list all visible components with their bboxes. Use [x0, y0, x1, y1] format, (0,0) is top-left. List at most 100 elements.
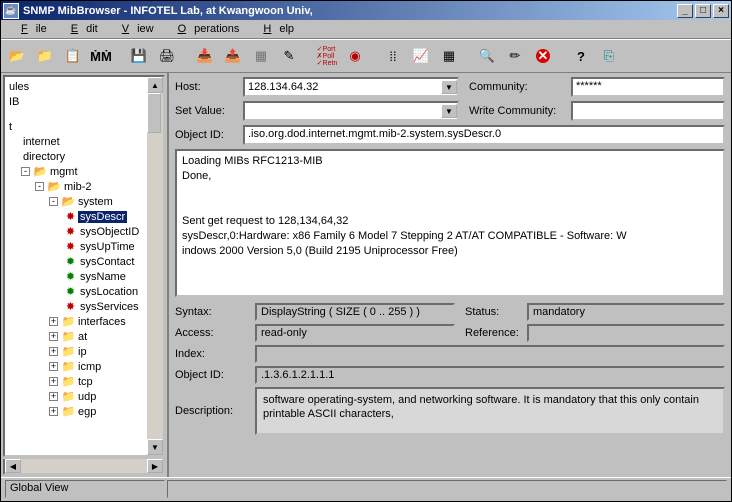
tree-hscrollbar[interactable]: ◀ ▶: [3, 459, 165, 475]
tree-node-interfaces[interactable]: interfaces: [76, 316, 128, 328]
tree-vscrollbar[interactable]: ▲ ▼: [147, 77, 163, 455]
toggle-icon[interactable]: -: [21, 167, 30, 176]
statusbar: Global View: [1, 477, 731, 499]
port-poll-icon[interactable]: ✓Port✗Poll✓Retn: [315, 44, 339, 68]
objectid-label: Object ID:: [175, 129, 239, 141]
tree-node-tcp[interactable]: tcp: [76, 376, 95, 388]
leaf-icon: ✸: [63, 210, 78, 223]
tree-node[interactable]: IB: [7, 96, 21, 108]
chevron-down-icon[interactable]: ▼: [441, 104, 457, 118]
stop-icon[interactable]: ✕: [531, 44, 555, 68]
folder-icon: 📁: [61, 315, 76, 328]
save-icon[interactable]: 💾: [127, 44, 151, 68]
toggle-icon[interactable]: +: [49, 332, 58, 341]
menu-edit[interactable]: Edit: [55, 21, 106, 37]
getnext-icon[interactable]: 📤: [221, 44, 245, 68]
menu-operations[interactable]: Operations: [162, 21, 248, 37]
host-label: Host:: [175, 81, 239, 93]
close-button[interactable]: ×: [713, 4, 729, 18]
tree-node[interactable]: ules: [7, 81, 31, 93]
tree-node-sysservices[interactable]: sysServices: [78, 301, 141, 313]
toggle-icon[interactable]: +: [49, 377, 58, 386]
menu-help[interactable]: Help: [247, 21, 302, 37]
toggle-icon[interactable]: -: [35, 182, 44, 191]
tree-node-sysname[interactable]: sysName: [78, 271, 128, 283]
setvalue-label: Set Value:: [175, 105, 239, 117]
tree-node-syslocation[interactable]: sysLocation: [78, 286, 140, 298]
index-label: Index:: [175, 348, 251, 360]
tree-node-mib2[interactable]: mib-2: [62, 181, 94, 193]
tree-node-internet[interactable]: internet: [21, 136, 62, 148]
wcommunity-field[interactable]: [571, 101, 725, 121]
output-line: Loading MIBs RFC1213-MIB: [182, 154, 718, 169]
scroll-left-icon[interactable]: ◀: [5, 459, 21, 473]
exit-icon[interactable]: ⎘: [597, 44, 621, 68]
folder-icon: 📂: [61, 195, 76, 208]
table-icon[interactable]: ▦: [437, 44, 461, 68]
access-label: Access:: [175, 327, 251, 339]
leaf-icon: ✹: [63, 285, 78, 298]
tree-node[interactable]: t: [7, 121, 14, 133]
edit-trap-icon[interactable]: ✏: [503, 44, 527, 68]
menu-file[interactable]: File: [5, 21, 55, 37]
toggle-icon[interactable]: +: [49, 392, 58, 401]
folder-icon: 📁: [61, 345, 76, 358]
toggle-icon[interactable]: +: [49, 362, 58, 371]
scroll-down-icon[interactable]: ▼: [147, 439, 163, 455]
menu-view[interactable]: View: [106, 21, 162, 37]
tree-node-sysuptime[interactable]: sysUpTime: [78, 241, 137, 253]
chart-line-icon[interactable]: 📈: [409, 44, 433, 68]
tree-node-sysdescr[interactable]: sysDescr: [78, 211, 127, 223]
open-folder-icon[interactable]: 📁: [33, 44, 57, 68]
output-line: indows 2000 Version 5,0 (Build 2195 Unip…: [182, 244, 718, 259]
doc-search-icon[interactable]: 🔍: [475, 44, 499, 68]
tree-node-egp[interactable]: egp: [76, 406, 98, 418]
host-value: 128.134.64.32: [248, 81, 441, 93]
get-icon[interactable]: 📥: [193, 44, 217, 68]
setvalue-combo[interactable]: ▼: [243, 101, 459, 121]
scroll-right-icon[interactable]: ▶: [147, 459, 163, 473]
maximize-button[interactable]: □: [695, 4, 711, 18]
toggle-icon[interactable]: +: [49, 317, 58, 326]
tree-node-icmp[interactable]: icmp: [76, 361, 103, 373]
folder-icon: 📁: [61, 405, 76, 418]
folder-icon: 📂: [47, 180, 62, 193]
tree-node-sysobjectid[interactable]: sysObjectID: [78, 226, 141, 238]
folder-icon: 📁: [61, 330, 76, 343]
tree-node-udp[interactable]: udp: [76, 391, 98, 403]
chevron-down-icon[interactable]: ▼: [441, 80, 457, 94]
app-icon: ☕: [3, 3, 19, 19]
scroll-up-icon[interactable]: ▲: [147, 77, 163, 93]
tree-node-syscontact[interactable]: sysContact: [78, 256, 136, 268]
window-title: SNMP MibBrowser - INFOTEL Lab, at Kwangw…: [19, 5, 675, 17]
tree-node-at[interactable]: at: [76, 331, 89, 343]
find-icon[interactable]: ṀṀ: [89, 44, 113, 68]
toggle-icon[interactable]: -: [49, 197, 58, 206]
scroll-thumb[interactable]: [147, 93, 161, 133]
output-line: Sent get request to 128,134,64,32: [182, 214, 718, 229]
tree-node-system[interactable]: system: [76, 196, 115, 208]
minimize-button[interactable]: _: [677, 4, 693, 18]
tree-node-mgmt[interactable]: mgmt: [48, 166, 80, 178]
help-icon[interactable]: ?: [569, 44, 593, 68]
mib-tree[interactable]: ules IB t internet directory -📂mgmt -📂mi…: [3, 75, 165, 457]
status-text: Global View: [5, 480, 165, 498]
notes-icon[interactable]: 📋: [61, 44, 85, 68]
print-icon[interactable]: 🖨: [155, 44, 179, 68]
folder-icon: 📁: [61, 390, 76, 403]
open-mib-icon[interactable]: 📂: [5, 44, 29, 68]
host-combo[interactable]: 128.134.64.32 ▼: [243, 77, 459, 97]
chart-dots-icon[interactable]: ⁞⁞: [381, 44, 405, 68]
output-area[interactable]: Loading MIBs RFC1213-MIB Done, Sent get …: [175, 149, 725, 297]
tree-node-directory[interactable]: directory: [21, 151, 67, 163]
tree-node-ip[interactable]: ip: [76, 346, 89, 358]
set-icon[interactable]: ✎: [277, 44, 301, 68]
getbulk-icon[interactable]: ▦: [249, 44, 273, 68]
community-field[interactable]: ******: [571, 77, 725, 97]
toggle-icon[interactable]: +: [49, 347, 58, 356]
main-pane: Host: 128.134.64.32 ▼ Community: ****** …: [169, 73, 731, 477]
toggle-icon[interactable]: +: [49, 407, 58, 416]
objectid-field[interactable]: .iso.org.dod.internet.mgmt.mib-2.system.…: [243, 125, 725, 145]
target-icon[interactable]: ◉: [343, 44, 367, 68]
output-line: [182, 199, 718, 214]
